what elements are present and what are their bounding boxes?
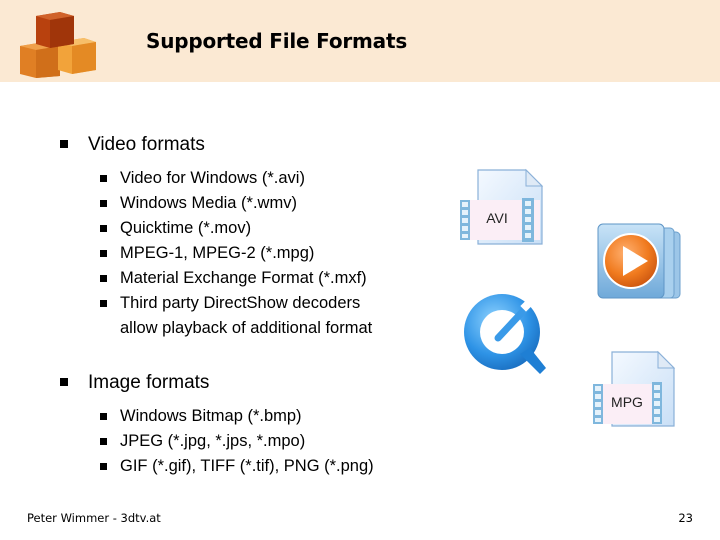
- bullet-icon: [60, 378, 68, 386]
- bullet-icon: [100, 300, 107, 307]
- windows-media-player-icon: [590, 218, 686, 304]
- footer-author: Peter Wimmer - 3dtv.at: [27, 511, 161, 525]
- bullet-icon: [100, 250, 107, 257]
- mpg-label: MPG: [611, 394, 643, 410]
- stacked-cubes-logo-icon: [20, 12, 96, 78]
- slide-title: Supported File Formats: [146, 29, 408, 53]
- avi-file-icon: AVI: [456, 166, 546, 250]
- bullet-icon: [100, 200, 107, 207]
- avi-label: AVI: [486, 210, 508, 226]
- bullet-icon: [100, 275, 107, 282]
- quicktime-icon: [458, 288, 552, 378]
- section-label: Image formats: [88, 372, 210, 393]
- slide-header: Supported File Formats: [0, 0, 720, 82]
- bullet-icon: [100, 175, 107, 182]
- page-number: 23: [678, 511, 693, 525]
- section-label: Video formats: [88, 134, 205, 155]
- bullet-icon: [100, 463, 107, 470]
- bullet-icon: [100, 225, 107, 232]
- mpg-file-icon: MPG: [592, 348, 682, 432]
- bullet-icon: [100, 438, 107, 445]
- bullet-icon: [100, 413, 107, 420]
- bullet-icon: [60, 140, 68, 148]
